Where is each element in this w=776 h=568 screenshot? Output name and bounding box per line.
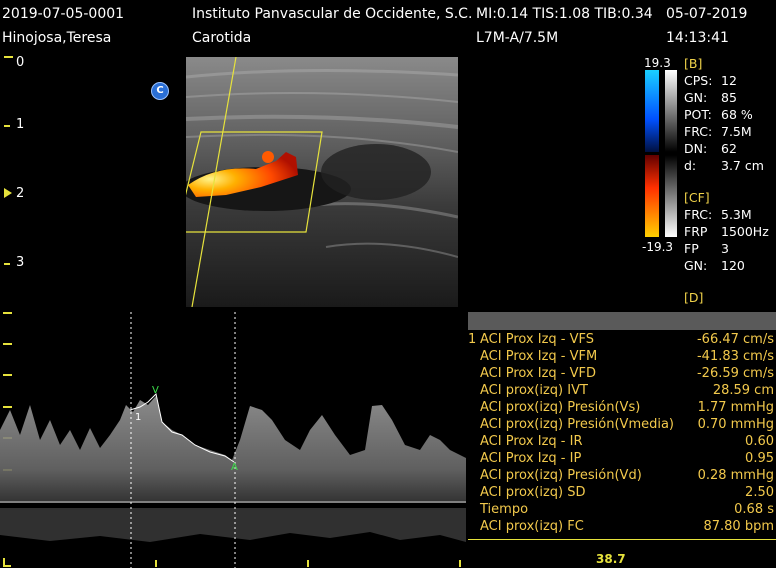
patient-name: Hinojosa,Teresa: [2, 30, 112, 46]
bottom-value: 38.7: [596, 552, 626, 566]
measurement-row: ACI Prox Izq - VFM -41.83 cm/s: [480, 349, 774, 364]
bmode-image: [186, 57, 458, 307]
study-id: 2019-07-05-0001: [2, 6, 125, 22]
color-scale-max: 19.3: [644, 56, 671, 70]
exam-type: Carotida: [192, 30, 252, 46]
depth-label-1: 1: [16, 117, 25, 132]
measurement-row: 1 ACI Prox Izq - VFS -66.47 cm/s: [468, 332, 774, 347]
color-scale-bar-positive: [645, 70, 659, 152]
measurement-row: ACI prox(izq) FC 87.80 bpm: [480, 519, 774, 534]
exam-time: 14:13:41: [666, 30, 729, 46]
measurement-row: Tiempo 0.68 s: [480, 502, 774, 517]
measurement-row: ACI Prox Izq - VFD -26.59 cm/s: [480, 366, 774, 381]
color-scale-min: -19.3: [642, 240, 674, 254]
bmode-section-title: [B]: [684, 56, 703, 71]
color-mode-badge: C: [151, 82, 169, 100]
marker-a: A: [231, 462, 238, 473]
marker-v: V: [152, 385, 159, 396]
gray-scale-bar: [665, 70, 677, 237]
measurement-list: 1 ACI Prox Izq - VFS -66.47 cm/s ACI Prox …: [468, 332, 776, 538]
depth-label-0: 0: [16, 55, 25, 70]
measurement-row: ACI Prox Izq - IR 0.60: [480, 434, 774, 449]
measurement-row: ACI prox(izq) Presión(Vmedia) 0.70 mmHg: [480, 417, 774, 432]
depth-tick: [4, 125, 10, 127]
focus-marker-icon: [4, 188, 12, 198]
measurement-row: ACI prox(izq) IVT 28.59 cm: [480, 383, 774, 398]
color-scale-bar-negative: [645, 155, 659, 237]
measurement-header-bar: [468, 312, 776, 330]
depth-label-3: 3: [16, 255, 25, 270]
doppler-section-title: [D]: [684, 290, 704, 305]
depth-tick: [4, 263, 10, 265]
doppler-spectrum: 1 V A: [0, 312, 466, 568]
measurement-row: ACI prox(izq) Presión(Vd) 0.28 mmHg: [480, 468, 774, 483]
cf-section-title: [CF]: [684, 190, 710, 205]
measurement-row: ACI prox(izq) SD 2.50: [480, 485, 774, 500]
measurement-row: ACI prox(izq) Presión(Vs) 1.77 mmHg: [480, 400, 774, 415]
exam-date: 05-07-2019: [666, 6, 748, 22]
depth-label-2: 2: [16, 186, 25, 201]
depth-tick: [4, 56, 13, 58]
acoustic-indices: MI:0.14 TIS:1.08 TIB:0.34: [476, 6, 653, 22]
marker-1: 1: [135, 412, 141, 423]
measurement-row: ACI Prox Izq - IP 0.95: [480, 451, 774, 466]
measurement-divider: [468, 539, 776, 540]
institution-name: Instituto Panvascular de Occidente, S.C.: [192, 6, 473, 22]
probe-name: L7M-A/7.5M: [476, 30, 559, 46]
